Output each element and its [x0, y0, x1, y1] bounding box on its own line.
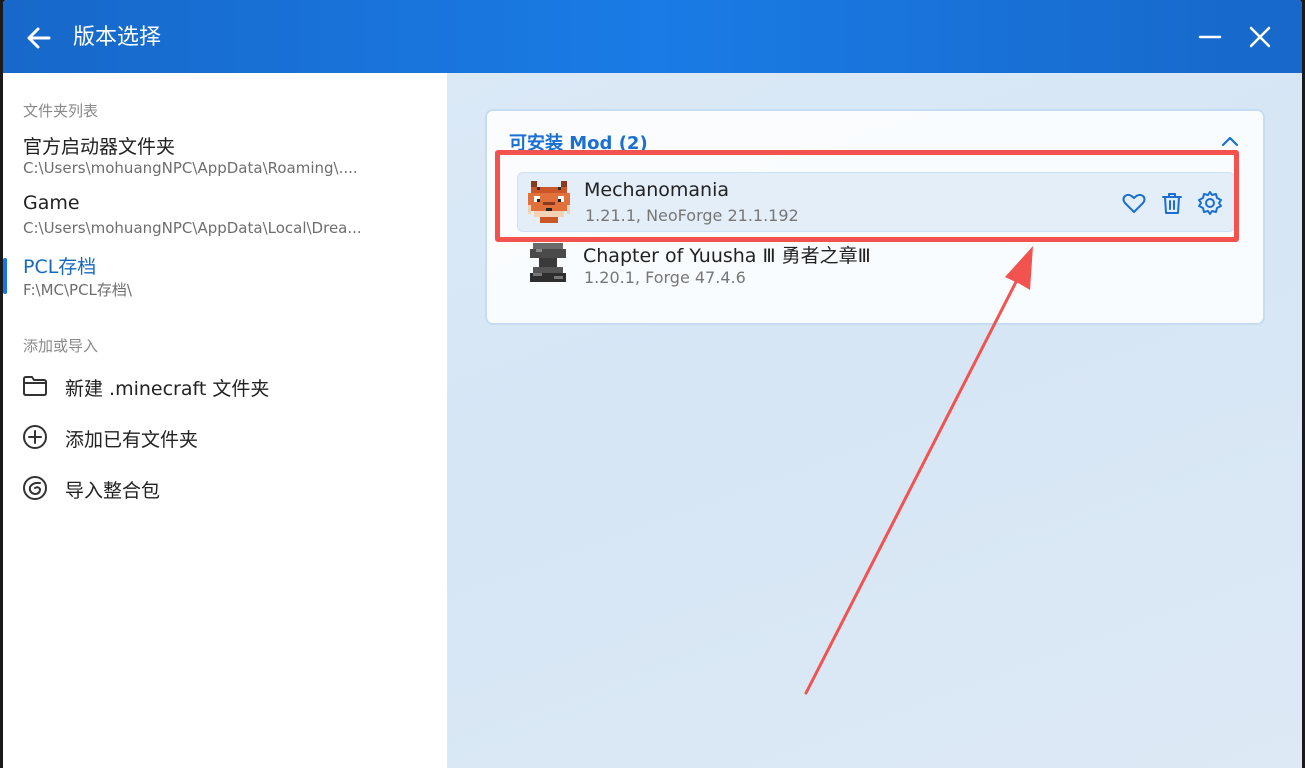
mod-name: Mechanomania	[584, 179, 729, 201]
version-select-window: 版本选择 文件夹列表 官方启动器文件夹 C:\Users\mohuangNPC\…	[3, 0, 1302, 768]
import-modpack-icon	[23, 476, 47, 500]
fox-mod-icon	[528, 181, 570, 223]
folder-path: F:\MC\PCL存档\	[23, 281, 132, 299]
folder-item-official[interactable]: 官方启动器文件夹 C:\Users\mohuangNPC\AppData\Roa…	[3, 132, 447, 188]
folder-name: Game	[23, 192, 80, 214]
arrow-left-icon	[27, 27, 51, 49]
folder-item-pcl[interactable]: PCL存档 F:\MC\PCL存档\	[3, 252, 447, 308]
mod-name: Chapter of Yuusha Ⅲ 勇者之章Ⅲ	[583, 245, 871, 267]
main-panel: 可安装 Mod (2) Mechanomania 1.21.1, NeoForg…	[447, 73, 1302, 768]
new-minecraft-folder-button[interactable]: 新建 .minecraft 文件夹	[3, 366, 447, 406]
card-title: 可安装 Mod (2)	[509, 133, 648, 154]
heart-icon[interactable]	[1120, 189, 1148, 217]
window-title: 版本选择	[73, 25, 162, 50]
close-button[interactable]	[1245, 22, 1275, 52]
sidebar: 文件夹列表 官方启动器文件夹 C:\Users\mohuangNPC\AppDa…	[3, 73, 447, 768]
plus-circle-icon	[23, 425, 47, 449]
folder-section-label: 文件夹列表	[23, 102, 99, 120]
import-modpack-button[interactable]: 导入整合包	[3, 468, 447, 508]
chevron-up-icon[interactable]	[1219, 133, 1241, 149]
gear-icon[interactable]	[1196, 189, 1224, 217]
active-indicator	[3, 258, 7, 294]
action-label: 添加已有文件夹	[65, 429, 199, 451]
add-existing-folder-button[interactable]: 添加已有文件夹	[3, 417, 447, 457]
close-icon	[1249, 26, 1271, 48]
mod-version: 1.21.1, NeoForge 21.1.192	[585, 206, 799, 225]
minimize-button[interactable]	[1195, 22, 1225, 52]
folder-name: PCL存档	[23, 256, 97, 278]
mod-version: 1.20.1, Forge 47.4.6	[584, 268, 746, 287]
title-bar: 版本选择	[3, 0, 1302, 73]
folder-path: C:\Users\mohuangNPC\AppData\Local\Drea..…	[23, 219, 362, 237]
folder-name: 官方启动器文件夹	[23, 136, 176, 158]
action-label: 新建 .minecraft 文件夹	[65, 378, 270, 400]
folder-path: C:\Users\mohuangNPC\AppData\Roaming\....	[23, 159, 358, 177]
action-section-label: 添加或导入	[23, 337, 99, 355]
back-button[interactable]	[23, 22, 55, 54]
mod-item-chapter-of-yuusha[interactable]: Chapter of Yuusha Ⅲ 勇者之章Ⅲ 1.20.1, Forge …	[517, 235, 1235, 295]
mod-item-mechanomania[interactable]: Mechanomania 1.21.1, NeoForge 21.1.192	[517, 172, 1235, 232]
folder-icon	[23, 376, 47, 396]
folder-item-game[interactable]: Game C:\Users\mohuangNPC\AppData\Local\D…	[3, 192, 447, 248]
minimize-icon	[1198, 35, 1222, 39]
action-label: 导入整合包	[65, 480, 161, 502]
installable-mods-card: 可安装 Mod (2) Mechanomania 1.21.1, NeoForg…	[485, 109, 1265, 325]
trash-icon[interactable]	[1158, 189, 1186, 217]
anvil-mod-icon	[530, 243, 566, 282]
